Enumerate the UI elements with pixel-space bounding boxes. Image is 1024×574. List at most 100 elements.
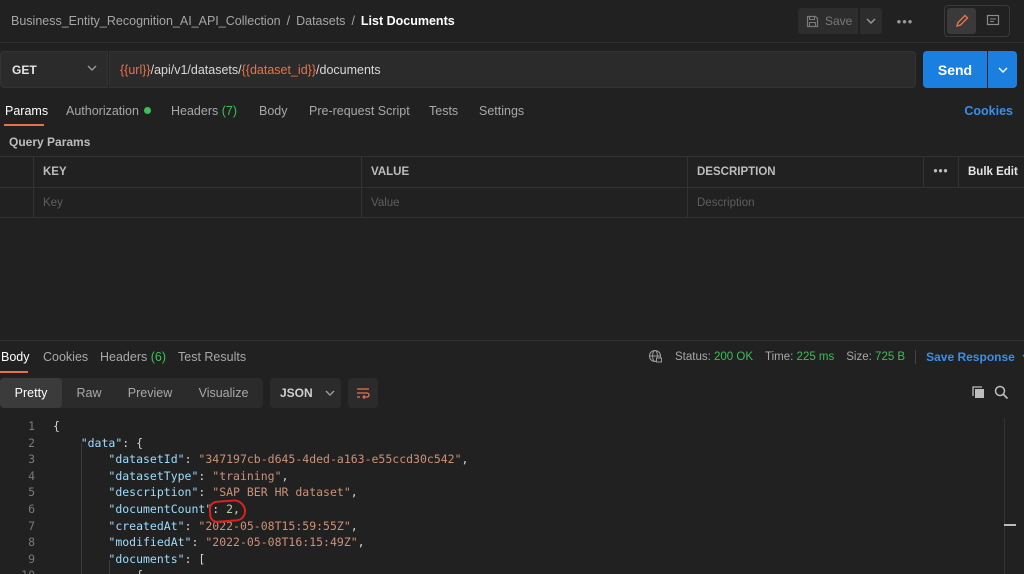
comments-mode-button[interactable] xyxy=(978,8,1007,34)
line-number: 9 xyxy=(28,551,35,566)
line-number: 1 xyxy=(28,419,35,433)
column-options-button[interactable]: ••• xyxy=(923,157,958,187)
code-token: { xyxy=(53,419,60,433)
wrap-lines-button[interactable] xyxy=(348,378,378,408)
code-token: "data" xyxy=(80,435,123,450)
code-token: "modifiedAt" xyxy=(108,535,192,550)
more-actions-button[interactable]: ••• xyxy=(892,8,918,34)
scrollbar-position-marker xyxy=(1004,524,1016,526)
format-visualize-button[interactable]: Visualize xyxy=(184,378,263,408)
breadcrumb-separator: / xyxy=(351,14,355,28)
http-method-label: GET xyxy=(12,62,37,77)
code-token: : { xyxy=(122,435,144,450)
code-token: "description" xyxy=(108,485,199,500)
url-variable-url: {{url}} xyxy=(120,62,151,77)
language-select[interactable]: JSON xyxy=(270,378,341,408)
url-variable-dataset-id: {{dataset_id}} xyxy=(241,62,317,77)
tab-response-headers[interactable]: Headers (6) xyxy=(100,350,166,364)
size-label: Size: xyxy=(846,350,872,363)
status-value[interactable]: 200 OK xyxy=(714,351,753,363)
size-value[interactable]: 725 B xyxy=(875,351,905,363)
tab-params[interactable]: Params xyxy=(5,104,48,118)
url-input[interactable]: {{url}}/api/v1/datasets/{{dataset_id}}/d… xyxy=(109,51,916,88)
active-tab-indicator xyxy=(4,124,44,126)
line-number: 2 xyxy=(28,435,35,450)
save-response-button[interactable]: Save Response xyxy=(926,350,1015,364)
pencil-icon xyxy=(955,14,968,28)
editor-scrollbar[interactable] xyxy=(1004,418,1005,574)
chevron-down-icon xyxy=(87,65,97,71)
send-button[interactable]: Send xyxy=(923,51,987,88)
globe-icon[interactable] xyxy=(648,349,663,364)
row-checkbox[interactable] xyxy=(0,188,33,218)
format-pretty-button[interactable]: Pretty xyxy=(0,378,62,408)
chevron-down-icon xyxy=(325,390,335,396)
code-token: "datasetType" xyxy=(108,468,199,483)
send-options-button[interactable] xyxy=(988,51,1017,88)
search-icon[interactable] xyxy=(994,385,1009,400)
code-token: , xyxy=(461,452,469,467)
table-row: Key Value Description xyxy=(0,188,1024,219)
tab-test-results[interactable]: Test Results xyxy=(178,350,246,364)
tab-authorization-label: Authorization xyxy=(66,104,139,118)
code-line: "documents": [ xyxy=(53,551,205,568)
line-number: 4 xyxy=(28,468,35,483)
response-status: Status: 200 OK Time: 225 ms Size: 725 B … xyxy=(648,349,1024,364)
code-token: : xyxy=(191,535,206,550)
status-dot-icon xyxy=(143,107,151,114)
breadcrumb-current[interactable]: List Documents xyxy=(361,14,455,28)
divider xyxy=(915,349,917,364)
edit-mode-button[interactable] xyxy=(947,8,976,34)
column-header-value: VALUE xyxy=(361,157,687,187)
code-token: "SAP BER HR dataset" xyxy=(212,485,351,500)
checkbox-column-header xyxy=(0,157,33,187)
tab-authorization[interactable]: Authorization xyxy=(66,104,151,118)
code-token: : xyxy=(198,485,213,500)
tab-response-cookies[interactable]: Cookies xyxy=(43,350,88,364)
breadcrumb-collection[interactable]: Business_Entity_Recognition_AI_API_Colle… xyxy=(11,14,281,28)
format-preview-button[interactable]: Preview xyxy=(116,378,184,408)
tab-response-body[interactable]: Body xyxy=(1,350,30,364)
tab-headers[interactable]: Headers (7) xyxy=(171,104,237,118)
code-token: "training" xyxy=(212,468,282,483)
code-token: "datasetId" xyxy=(108,452,185,467)
code-token: "347197cb-d645-4ded-a163-e55ccd30c542" xyxy=(198,452,462,467)
param-value-input[interactable]: Value xyxy=(361,188,687,218)
time-value[interactable]: 225 ms xyxy=(797,351,835,363)
code-token: "createdAt" xyxy=(108,518,185,533)
line-number: 8 xyxy=(28,535,35,550)
tab-body[interactable]: Body xyxy=(259,104,288,118)
breadcrumb: Business_Entity_Recognition_AI_API_Colle… xyxy=(11,14,455,28)
chevron-down-icon xyxy=(866,18,876,24)
code-token: "2022-05-08T16:15:49Z" xyxy=(205,535,358,550)
line-number: 6 xyxy=(28,502,35,516)
cookies-link[interactable]: Cookies xyxy=(964,104,1013,118)
view-mode-toggle xyxy=(944,5,1010,37)
code-token: : [ xyxy=(184,551,206,566)
code-line: "data": { xyxy=(53,435,143,452)
tab-response-headers-label: Headers xyxy=(100,350,148,364)
code-line: "datasetId": "347197cb-d645-4ded-a163-e5… xyxy=(53,451,468,468)
param-description-input[interactable]: Description xyxy=(687,188,1024,218)
tab-tests[interactable]: Tests xyxy=(429,104,458,118)
save-button[interactable]: Save xyxy=(798,8,858,34)
bulk-edit-button[interactable]: Bulk Edit xyxy=(958,157,1024,187)
copy-icon[interactable] xyxy=(971,385,986,400)
tab-settings[interactable]: Settings xyxy=(479,104,524,118)
tab-prerequest-script[interactable]: Pre-request Script xyxy=(309,104,410,118)
response-body-editor[interactable]: 1{2 "data": {3 "datasetId": "347197cb-d6… xyxy=(0,418,1024,574)
format-raw-button[interactable]: Raw xyxy=(62,378,116,408)
comment-icon xyxy=(986,14,999,26)
query-params-title: Query Params xyxy=(9,135,91,149)
breadcrumb-folder[interactable]: Datasets xyxy=(296,14,345,28)
annotation-circle xyxy=(208,498,247,524)
code-token: : xyxy=(184,518,199,533)
code-line: { xyxy=(53,567,143,574)
breadcrumb-separator: / xyxy=(286,14,291,28)
code-line: "datasetType": "training", xyxy=(53,468,288,485)
http-method-select[interactable]: GET xyxy=(0,51,108,88)
param-key-input[interactable]: Key xyxy=(33,188,361,218)
column-header-key: KEY xyxy=(33,157,361,187)
table-header-row: KEY VALUE DESCRIPTION ••• Bulk Edit xyxy=(0,157,1024,188)
save-options-button[interactable] xyxy=(860,8,882,34)
